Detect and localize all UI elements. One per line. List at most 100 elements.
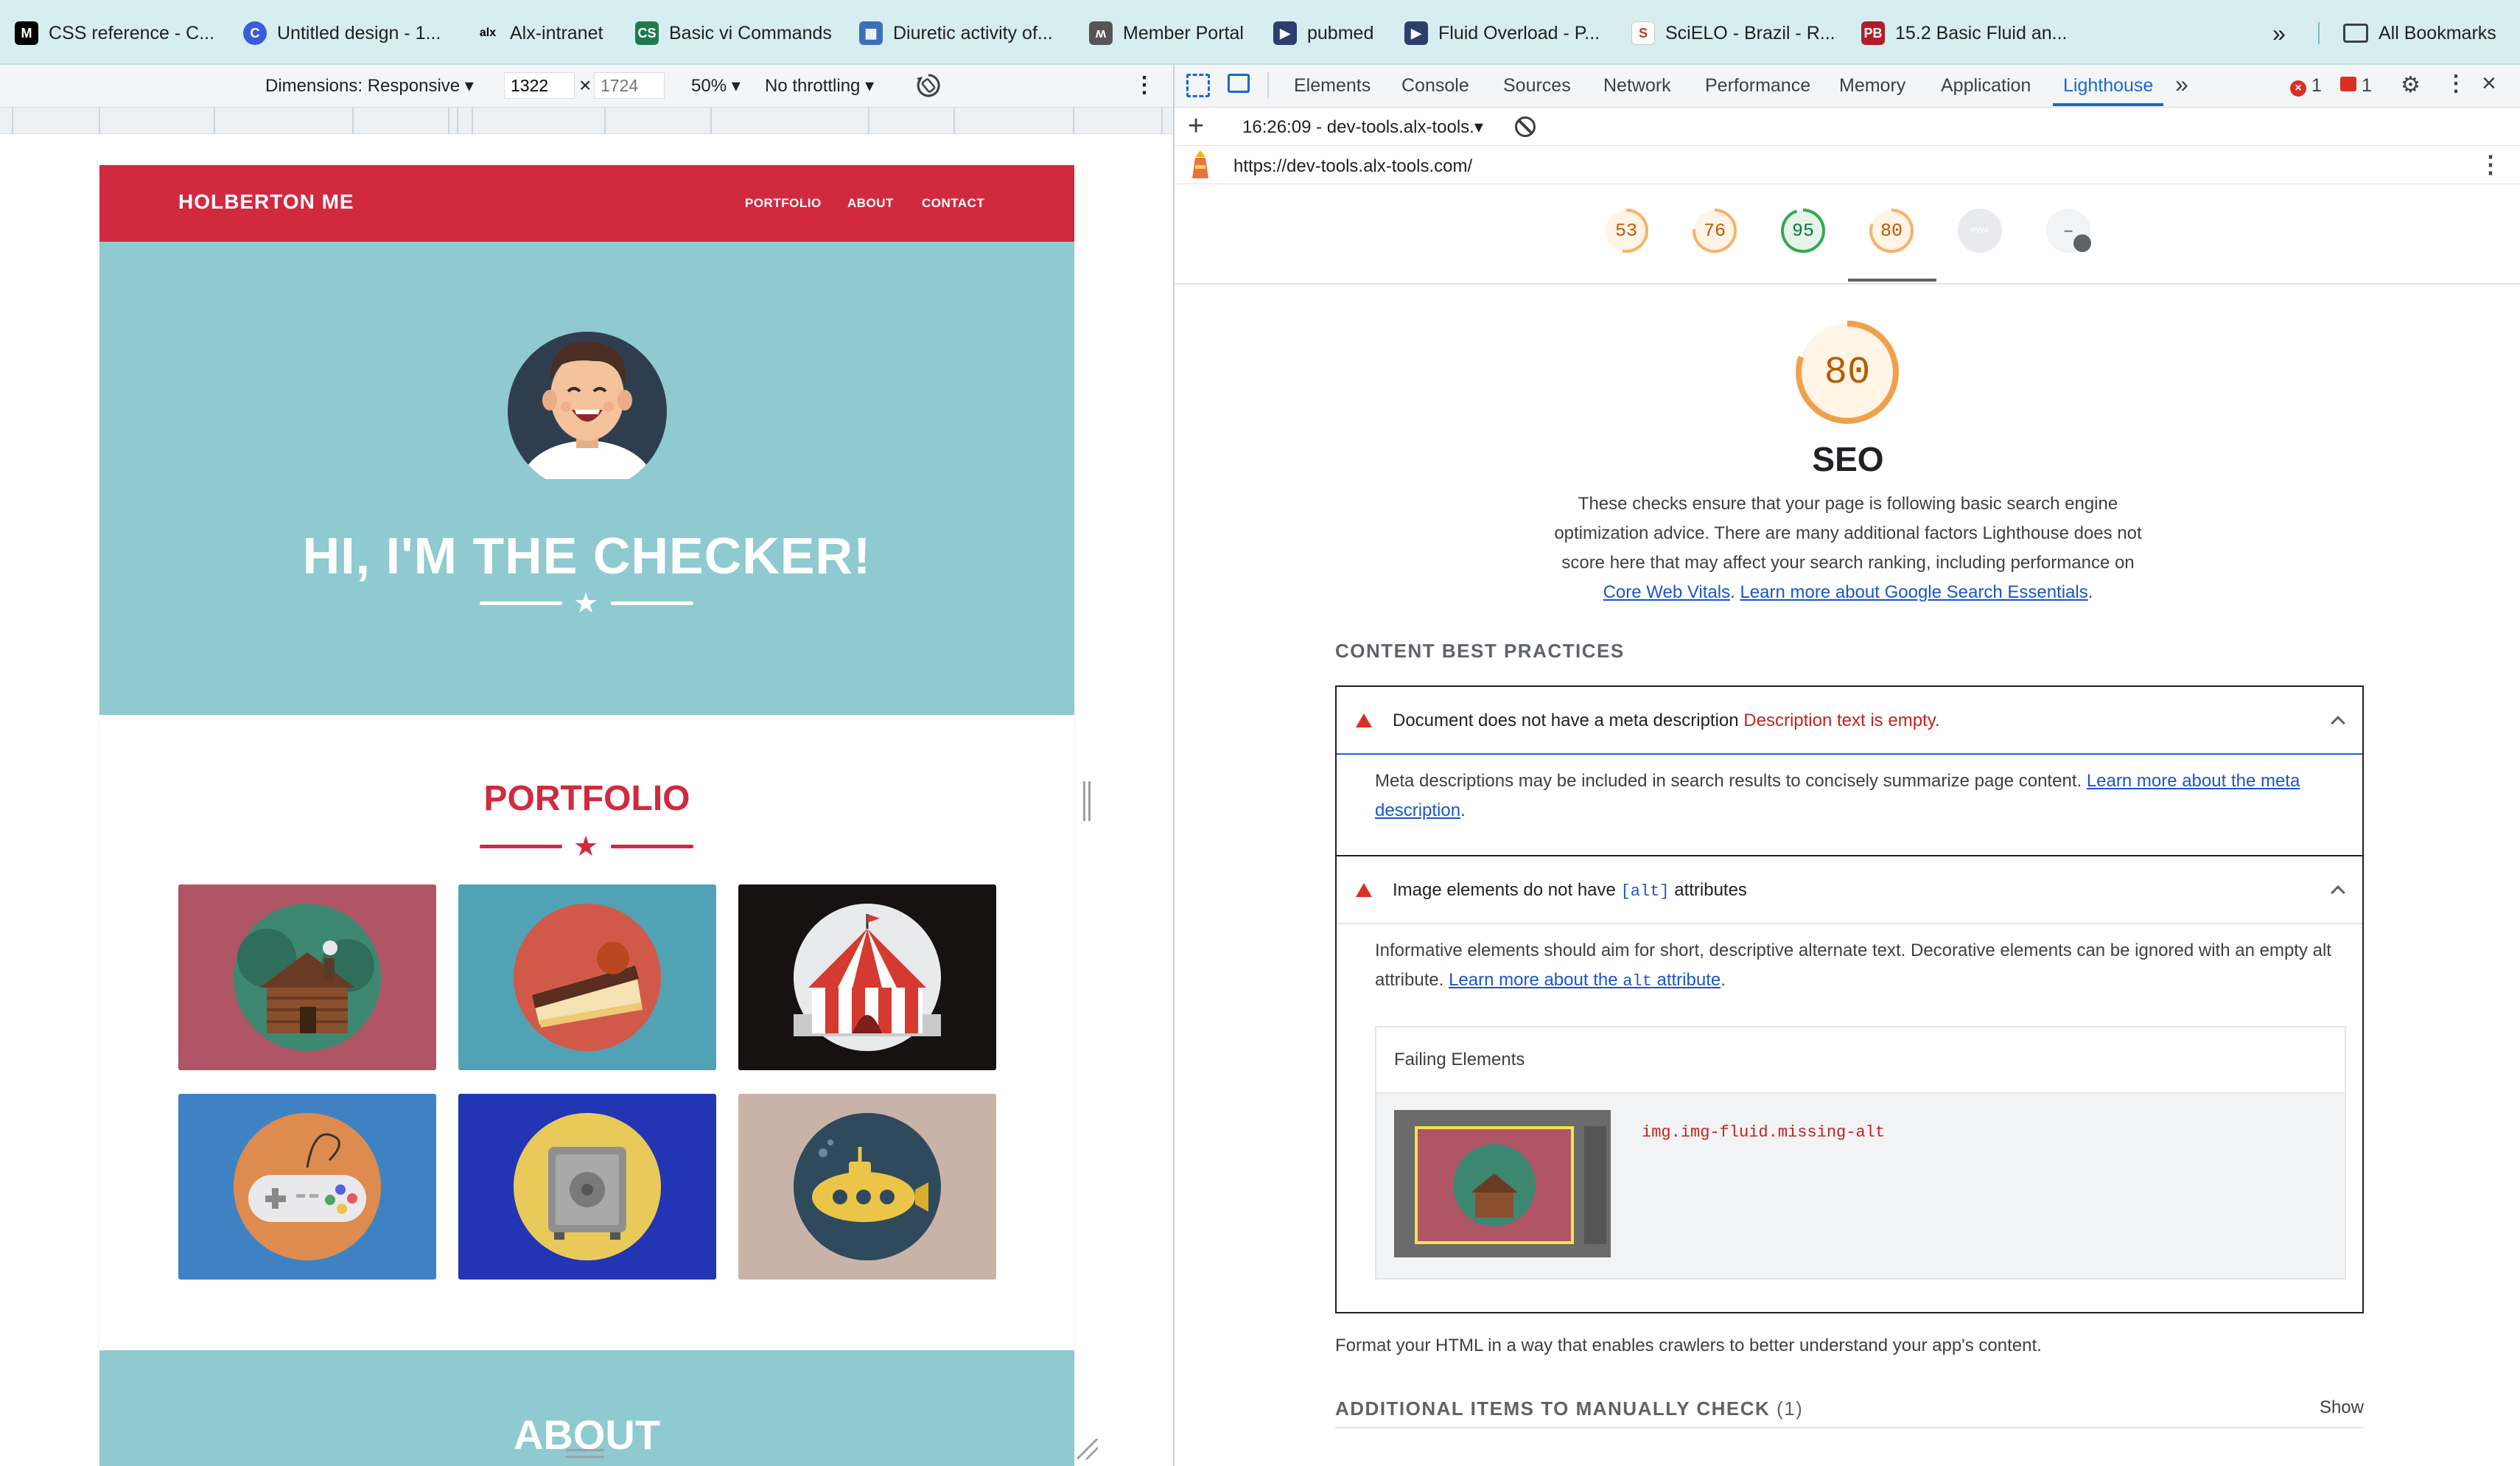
report-url[interactable]: https://dev-tools.alx-tools.com/ <box>1233 156 1472 177</box>
dropdown-arrow-icon: ▾ <box>464 76 474 96</box>
star-icon: ★ <box>573 831 599 862</box>
error-icon: × <box>2290 80 2306 97</box>
format-html-text: Format your HTML in a way that enables c… <box>1335 1336 2042 1355</box>
score-value: – <box>2062 220 2074 242</box>
tab-network[interactable]: Network <box>1603 75 1671 97</box>
hero-section: HI, I'M THE CHECKER! ★ <box>99 242 1074 715</box>
all-bookmarks-button[interactable]: All Bookmarks <box>2343 16 2496 50</box>
bookmark-item[interactable]: alx Alx-intranet <box>476 16 603 50</box>
dropdown-arrow-icon: ▾ <box>731 76 741 96</box>
viewport-resize-handle[interactable] <box>1083 781 1091 821</box>
divider-line <box>480 845 562 848</box>
bookmark-item[interactable]: S SciELO - Brazil - R... <box>1631 16 1835 50</box>
more-tabs-icon[interactable]: » <box>2175 71 2188 98</box>
tab-lighthouse[interactable]: Lighthouse <box>2063 75 2153 97</box>
portfolio-tile-game-controller[interactable] <box>178 1094 436 1280</box>
height-input[interactable] <box>594 72 665 99</box>
avatar <box>505 315 669 491</box>
report-select[interactable]: 16:26:09 - dev-tools.alx-tools.▾ <box>1242 116 1483 138</box>
rotate-icon[interactable] <box>914 71 943 105</box>
bookmarks-overflow-button[interactable]: » <box>2272 16 2286 50</box>
dimensions-select[interactable]: Dimensions: Responsive ▾ <box>265 75 474 97</box>
score-value: 53 <box>1614 220 1637 242</box>
bottom-resize-handle[interactable] <box>566 1449 604 1458</box>
site-brand[interactable]: HOLBERTON ME <box>178 190 354 214</box>
ruler-mark <box>710 108 712 134</box>
corner-resize-handle[interactable] <box>1077 1439 1098 1459</box>
bookmark-item[interactable]: CS Basic vi Commands <box>635 16 832 50</box>
show-button[interactable]: Show <box>2320 1397 2364 1418</box>
settings-gear-icon[interactable]: ⚙ <box>2401 72 2421 98</box>
bookmark-item[interactable]: ▦ Diuretic activity of... <box>859 16 1053 50</box>
close-devtools-icon[interactable]: × <box>2482 69 2496 98</box>
tab-console[interactable]: Console <box>1401 75 1469 97</box>
bookmark-item[interactable]: ▶ pubmed <box>1273 16 1373 50</box>
manual-check-group[interactable]: ADDITIONAL ITEMS TO MANUALLY CHECK (1) S… <box>1335 1395 2364 1428</box>
device-toggle-icon[interactable] <box>1228 74 1250 93</box>
failing-elements-header: Failing Elements <box>1376 1027 2345 1094</box>
chevron-up-icon <box>2331 885 2345 900</box>
tab-performance[interactable]: Performance <box>1705 75 1810 97</box>
clear-icon[interactable] <box>1515 116 1536 137</box>
chevron-up-icon <box>2331 716 2345 730</box>
cs-icon: CS <box>635 21 659 45</box>
portfolio-tile-submarine[interactable] <box>738 1094 996 1280</box>
tab-memory[interactable]: Memory <box>1839 75 1905 97</box>
canva-icon: C <box>243 21 267 45</box>
nav-link-portfolio[interactable]: PORTFOLIO <box>745 196 822 211</box>
audit-image-alt-header[interactable]: Image elements do not have [alt] attribu… <box>1337 856 2362 924</box>
audit-detail: Description text is empty. <box>1743 711 1940 730</box>
portfolio-tile-circus[interactable] <box>738 884 996 1070</box>
failing-element-row[interactable]: img.img-fluid.missing-alt <box>1376 1094 2345 1278</box>
portfolio-tile-cake[interactable] <box>458 884 716 1070</box>
issue-counter[interactable]: 1 <box>2340 75 2372 97</box>
alt-attribute-link[interactable]: Learn more about the alt attribute <box>1449 970 1721 991</box>
site-navbar: HOLBERTON ME PORTFOLIO ABOUT CONTACT <box>99 165 1074 242</box>
inspect-element-icon[interactable] <box>1186 74 1210 97</box>
audit-group: Document does not have a meta descriptio… <box>1335 685 2364 1313</box>
seo-score-value: 80 <box>1824 350 1871 394</box>
ruler-mark <box>604 108 606 134</box>
nav-link-about[interactable]: ABOUT <box>847 196 894 211</box>
nav-link-contact[interactable]: CONTACT <box>922 196 984 211</box>
hero-title: HI, I'M THE CHECKER! <box>302 527 872 584</box>
bookmark-item[interactable]: C Untitled design - 1... <box>243 16 441 50</box>
ruler-mark <box>953 108 955 134</box>
failing-elements-table: Failing Elements img.img-fluid.missing-a… <box>1375 1026 2346 1280</box>
bookmark-item[interactable]: ▶ Fluid Overload - P... <box>1404 16 1600 50</box>
tab-elements[interactable]: Elements <box>1294 75 1371 97</box>
google-search-essentials-link[interactable]: Learn more about Google Search Essential… <box>1740 582 2087 602</box>
bookmark-item[interactable]: PB 15.2 Basic Fluid an... <box>1861 16 2067 50</box>
new-report-icon[interactable]: + <box>1188 111 1204 142</box>
ruler-mark <box>12 108 13 134</box>
bookmark-item[interactable]: M CSS reference - C... <box>15 16 214 50</box>
report-menu-icon[interactable]: ⋮ <box>2479 150 2502 178</box>
zoom-select[interactable]: 50% ▾ <box>691 75 741 97</box>
tab-sources[interactable]: Sources <box>1503 75 1571 97</box>
warning-triangle-icon <box>1356 713 1372 727</box>
portfolio-tile-safe[interactable] <box>458 1094 716 1280</box>
throttling-select[interactable]: No throttling ▾ <box>765 75 874 97</box>
portfolio-tile-cabin[interactable] <box>178 884 436 1070</box>
score-value: 76 <box>1703 220 1726 242</box>
ruler-mark <box>457 108 458 134</box>
audit-meta-description-header[interactable]: Document does not have a meta descriptio… <box>1337 687 2362 755</box>
devtools-tabbar: Elements Console Sources Network Perform… <box>1175 65 2520 108</box>
device-more-icon[interactable]: ⋮ <box>1133 72 1155 98</box>
tab-application[interactable]: Application <box>1941 75 2031 97</box>
active-category-indicator <box>1848 279 1936 282</box>
manual-check-heading: ADDITIONAL ITEMS TO MANUALLY CHECK (1) <box>1335 1397 1804 1420</box>
bookmarks-divider <box>2318 22 2320 44</box>
dropdown-arrow-icon: ▾ <box>1474 117 1483 137</box>
alx-icon: alx <box>479 27 497 39</box>
core-web-vitals-link[interactable]: Core Web Vitals <box>1603 582 1731 602</box>
width-input[interactable] <box>504 72 575 99</box>
ruler-mark <box>99 108 100 134</box>
customize-more-icon[interactable]: ⋮ <box>2445 71 2467 97</box>
failing-selector[interactable]: img.img-fluid.missing-alt <box>1642 1123 1885 1142</box>
error-counter[interactable]: × 1 <box>2290 75 2322 97</box>
content-best-practices-heading: CONTENT BEST PRACTICES <box>1335 640 1625 662</box>
bookmark-item[interactable]: ʍ Member Portal <box>1089 16 1244 50</box>
folder-doc-icon: ▶ <box>1273 21 1297 45</box>
folder-icon <box>2343 24 2368 43</box>
